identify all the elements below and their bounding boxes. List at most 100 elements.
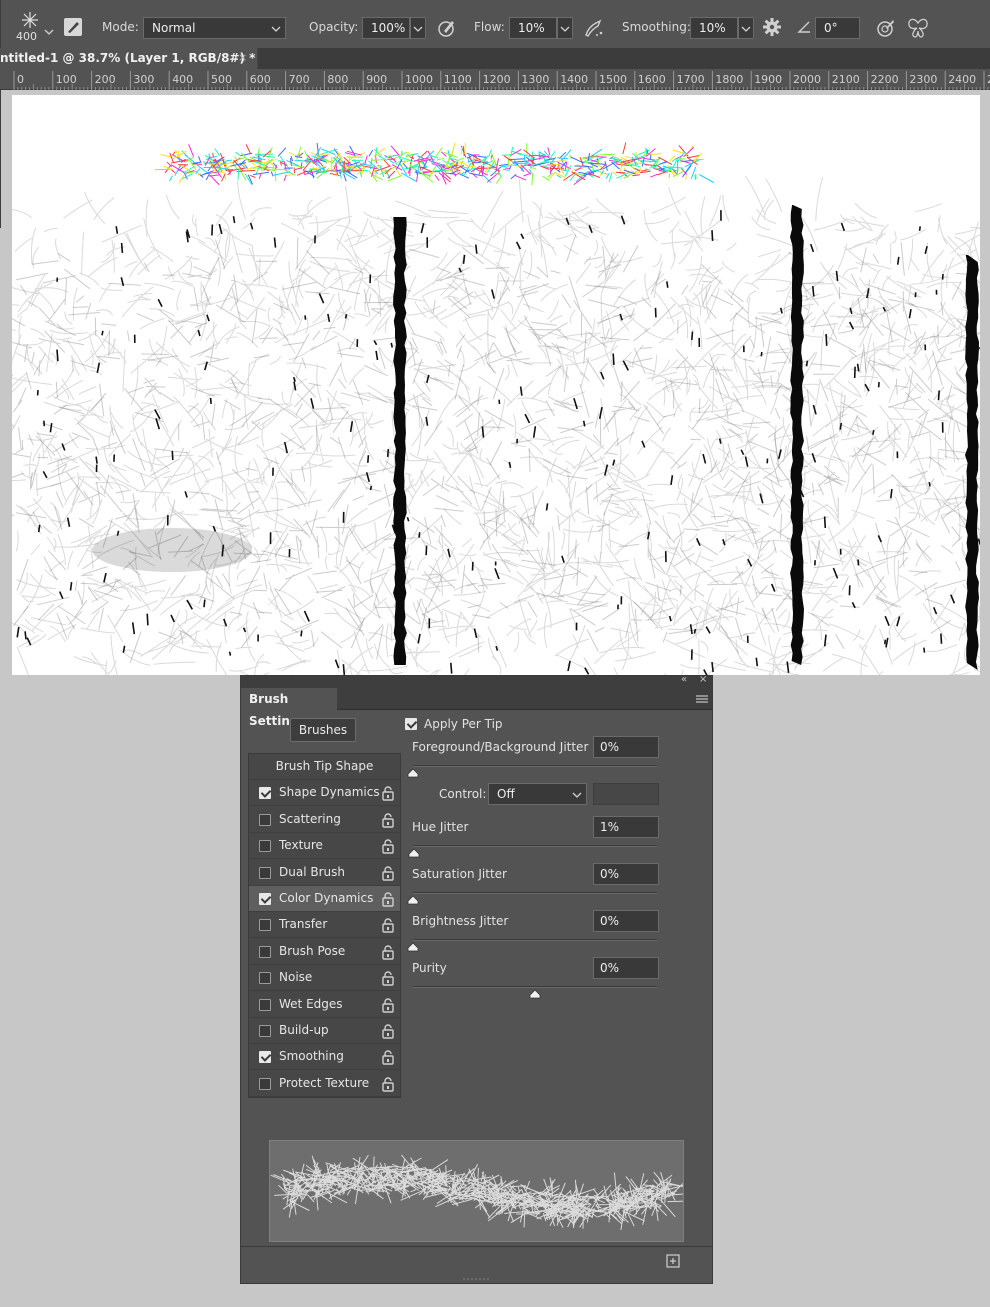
opacity-input[interactable]: 100% bbox=[362, 17, 410, 39]
resize-grip-icon[interactable] bbox=[463, 1277, 489, 1281]
sidebar-item-checkbox[interactable] bbox=[259, 1051, 271, 1064]
sidebar-item-noise[interactable]: Noise bbox=[249, 965, 400, 992]
purity-input[interactable]: 0% bbox=[593, 957, 659, 979]
lock-icon[interactable] bbox=[381, 1076, 395, 1092]
new-brush-preset-icon[interactable] bbox=[666, 1254, 680, 1268]
sidebar-item-texture[interactable]: Texture bbox=[249, 833, 400, 860]
control-label: Control: bbox=[439, 787, 487, 801]
sidebar-item-wet-edges[interactable]: Wet Edges bbox=[249, 992, 400, 1018]
ruler-tick-label: 2300 bbox=[909, 73, 937, 86]
mode-select[interactable]: Normal bbox=[143, 17, 286, 39]
apply-per-tip-checkbox[interactable] bbox=[405, 718, 417, 730]
lock-icon[interactable] bbox=[381, 891, 395, 907]
saturation-jitter-label: Saturation Jitter bbox=[412, 867, 507, 881]
saturation-jitter-slider-thumb[interactable] bbox=[407, 895, 419, 905]
saturation-jitter-input[interactable]: 0% bbox=[593, 863, 659, 885]
hue-jitter-input[interactable]: 1% bbox=[593, 816, 659, 838]
fg-bg-jitter-slider-track[interactable] bbox=[413, 765, 657, 767]
lock-icon[interactable] bbox=[381, 944, 395, 960]
sidebar-item-brush-tip-shape[interactable]: Brush Tip Shape bbox=[249, 754, 400, 780]
document-canvas[interactable] bbox=[12, 95, 980, 675]
panel-menu-icon[interactable] bbox=[696, 694, 708, 704]
brush-panel-toggle-button[interactable] bbox=[62, 16, 86, 40]
sidebar-item-brush-pose[interactable]: Brush Pose bbox=[249, 939, 400, 965]
smoothing-options-button[interactable] bbox=[762, 17, 784, 39]
lock-icon[interactable] bbox=[381, 785, 395, 802]
brightness-jitter-input[interactable]: 0% bbox=[593, 910, 659, 932]
brush-preset-picker[interactable]: 400 bbox=[12, 6, 56, 48]
chevron-down-icon[interactable] bbox=[44, 28, 54, 36]
chevron-down-icon bbox=[413, 26, 423, 32]
sidebar-item-checkbox[interactable] bbox=[259, 866, 271, 879]
brightness-jitter-slider-track[interactable] bbox=[413, 939, 657, 941]
canvas-artwork bbox=[12, 142, 980, 675]
ruler-tick-label: 2100 bbox=[832, 73, 860, 86]
sidebar-item-smoothing[interactable]: Smoothing bbox=[249, 1044, 400, 1071]
smoothing-dropdown-button[interactable] bbox=[738, 17, 754, 39]
butterfly-icon bbox=[908, 18, 928, 38]
sidebar-item-checkbox[interactable] bbox=[259, 840, 271, 853]
lock-icon[interactable] bbox=[381, 812, 395, 828]
sidebar-item-scattering[interactable]: Scattering bbox=[249, 807, 400, 833]
sidebar-item-transfer[interactable]: Transfer bbox=[249, 912, 400, 939]
panel-titlebar[interactable]: « × bbox=[241, 674, 712, 688]
brightness-jitter-slider-thumb[interactable] bbox=[407, 942, 419, 952]
sidebar-item-checkbox[interactable] bbox=[259, 893, 271, 905]
sidebar-item-checkbox[interactable] bbox=[259, 787, 271, 800]
saturation-jitter-slider-track[interactable] bbox=[413, 892, 657, 894]
hue-jitter-slider-thumb[interactable] bbox=[408, 848, 420, 858]
brushes-button[interactable]: Brushes bbox=[290, 718, 356, 742]
ruler-tick-label: 2000 bbox=[793, 73, 821, 86]
close-panel-icon[interactable]: × bbox=[699, 674, 707, 685]
hue-jitter-slider-track[interactable] bbox=[413, 845, 657, 847]
flow-input[interactable]: 10% bbox=[509, 17, 557, 39]
sidebar-item-checkbox[interactable] bbox=[259, 1025, 271, 1037]
purity-slider-thumb[interactable] bbox=[529, 989, 541, 999]
ruler-ticks: 0 100 200 300 400 500 600 700 800 900 1000 1100 1200… bbox=[13, 71, 990, 90]
sidebar-item-protect-texture[interactable]: Protect Texture bbox=[249, 1071, 400, 1097]
sidebar-item-checkbox[interactable] bbox=[259, 972, 271, 985]
sidebar-item-checkbox[interactable] bbox=[259, 945, 271, 958]
lock-icon[interactable] bbox=[381, 970, 395, 986]
opacity-dropdown-button[interactable] bbox=[410, 17, 426, 39]
sidebar-item-checkbox[interactable] bbox=[259, 813, 271, 826]
airbrush-button[interactable] bbox=[582, 17, 606, 39]
control-select[interactable]: Off bbox=[488, 783, 587, 805]
brush-size-readout: 400 bbox=[16, 30, 37, 43]
lock-icon[interactable] bbox=[381, 838, 395, 854]
fg-bg-jitter-slider-thumb[interactable] bbox=[407, 768, 419, 778]
sidebar-item-label: Build-up bbox=[279, 1023, 329, 1037]
sidebar-item-color-dynamics[interactable]: Color Dynamics bbox=[249, 886, 400, 912]
tab-strip bbox=[258, 48, 990, 69]
pressure-opacity-button[interactable] bbox=[435, 17, 457, 39]
horizontal-ruler[interactable]: 0 100 200 300 400 500 600 700 800 900 1000 1100 1200… bbox=[0, 69, 990, 90]
lock-icon[interactable] bbox=[381, 865, 395, 881]
smoothing-input[interactable]: 10% bbox=[690, 17, 738, 39]
purity-slider-track[interactable] bbox=[413, 986, 657, 988]
panel-tab-brush-settings[interactable]: Brush Settings bbox=[241, 688, 337, 728]
angle-input[interactable]: 0° bbox=[815, 17, 860, 39]
sidebar-item-label: Brush Tip Shape bbox=[275, 759, 374, 773]
symmetry-button[interactable] bbox=[906, 17, 932, 39]
sidebar-item-build-up[interactable]: Build-up bbox=[249, 1018, 400, 1044]
smoothing-label: Smoothing: bbox=[622, 20, 691, 34]
lock-icon[interactable] bbox=[381, 917, 395, 934]
collapse-panel-icon[interactable]: « bbox=[681, 674, 687, 685]
options-bar: 400 Mode: Normal Opacity: 100% Flow: 10% bbox=[0, 0, 990, 228]
ruler-tick-label: 1300 bbox=[521, 73, 549, 86]
pressure-size-button[interactable] bbox=[874, 17, 898, 39]
lock-icon[interactable] bbox=[381, 1023, 395, 1039]
lock-icon[interactable] bbox=[381, 997, 395, 1013]
sidebar-item-shape-dynamics[interactable]: Shape Dynamics bbox=[249, 780, 400, 807]
sidebar-item-checkbox[interactable] bbox=[259, 998, 271, 1011]
sidebar-item-checkbox[interactable] bbox=[259, 1077, 271, 1090]
flow-dropdown-button[interactable] bbox=[557, 17, 573, 39]
sidebar-item-checkbox[interactable] bbox=[259, 919, 271, 932]
close-icon[interactable]: × bbox=[238, 52, 250, 64]
sidebar-item-dual-brush[interactable]: Dual Brush bbox=[249, 860, 400, 886]
gear-icon bbox=[763, 18, 781, 36]
fg-bg-jitter-input[interactable]: 0% bbox=[593, 736, 659, 758]
document-tab[interactable]: ntitled-1 @ 38.7% (Layer 1, RGB/8#) * bbox=[0, 48, 258, 69]
ruler-tick-label: 600 bbox=[250, 73, 271, 86]
lock-icon[interactable] bbox=[381, 1049, 395, 1066]
